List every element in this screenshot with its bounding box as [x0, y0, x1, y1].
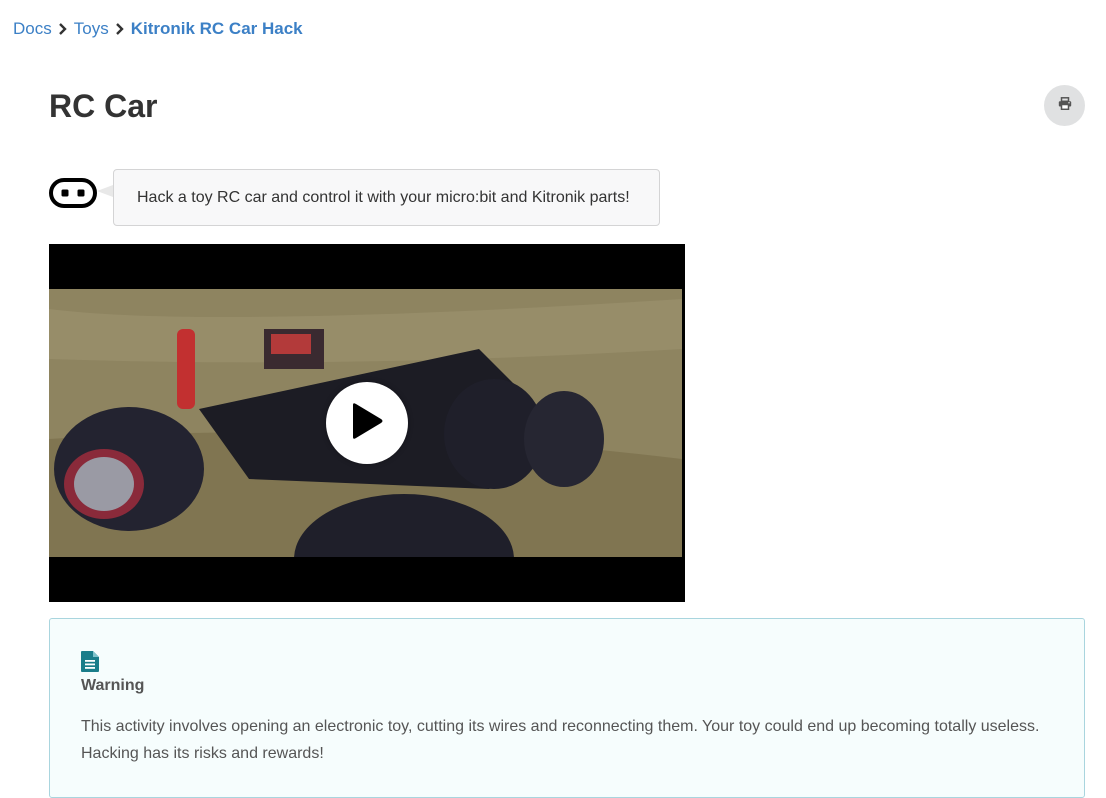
breadcrumb-item-docs[interactable]: Docs [13, 19, 52, 39]
breadcrumb-item-current[interactable]: Kitronik RC Car Hack [131, 19, 303, 39]
video-player[interactable] [49, 244, 685, 602]
intro-text: Hack a toy RC car and control it with yo… [137, 188, 630, 206]
microbit-avatar-icon [49, 178, 97, 208]
breadcrumb: Docs Toys Kitronik RC Car Hack [13, 18, 303, 40]
chevron-right-icon [109, 18, 131, 40]
document-icon [81, 651, 99, 672]
print-button[interactable] [1044, 85, 1085, 126]
intro-speech-bubble: Hack a toy RC car and control it with yo… [113, 169, 660, 226]
chevron-right-icon [52, 18, 74, 40]
print-icon [1058, 96, 1072, 115]
play-button[interactable] [326, 382, 408, 464]
callout-title: Warning [81, 677, 145, 694]
docs-page: Docs Toys Kitronik RC Car Hack RC Car Ha… [0, 0, 1106, 798]
callout-text: This activity involves opening an electr… [81, 718, 1040, 762]
play-icon [350, 402, 384, 445]
speech-bubble-tail [97, 185, 113, 197]
breadcrumb-item-toys[interactable]: Toys [74, 19, 109, 39]
warning-callout: Warning This activity involves opening a… [49, 618, 1085, 798]
page-title: RC Car [49, 88, 158, 124]
